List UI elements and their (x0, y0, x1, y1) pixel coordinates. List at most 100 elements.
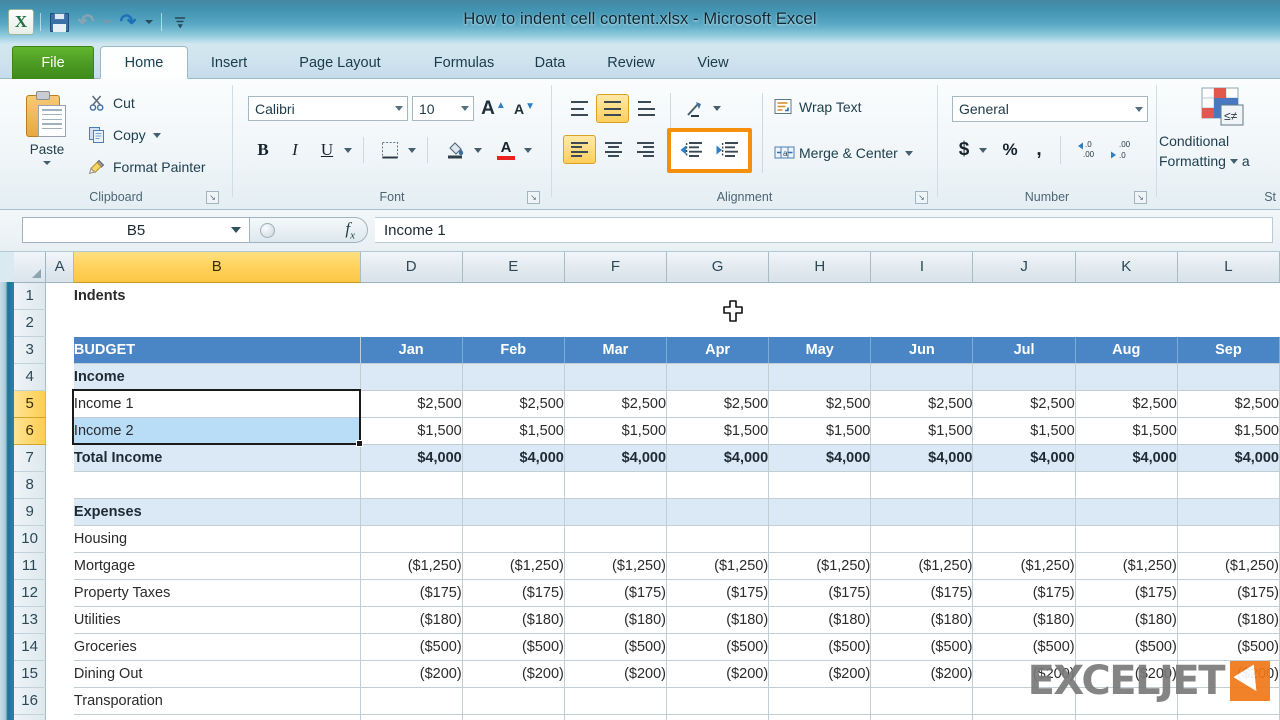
cell-L10[interactable] (1176, 525, 1280, 553)
cell-A4[interactable] (45, 363, 74, 390)
cell-E17[interactable] (461, 714, 565, 720)
cell-K1[interactable] (1075, 282, 1178, 309)
cell-A8[interactable] (45, 471, 74, 498)
cell-J13[interactable]: ($180) (972, 606, 1076, 634)
table-row[interactable]: 2 (14, 309, 1280, 337)
cell-L11[interactable]: ($1,250) (1176, 552, 1280, 580)
cell-L5[interactable]: $2,500 (1176, 390, 1280, 418)
cell-B7[interactable]: Total Income (72, 444, 361, 472)
cell-D3[interactable]: Jan (359, 336, 463, 364)
cell-F16[interactable] (563, 687, 668, 715)
font-name-combo[interactable]: Calibri (248, 96, 408, 121)
cell-J3[interactable]: Jul (972, 336, 1076, 364)
formula-input[interactable]: Income 1 (375, 217, 1273, 243)
borders-dropdown-icon[interactable] (405, 137, 419, 163)
paste-button[interactable]: Paste (14, 85, 80, 183)
cell-H12[interactable]: ($175) (768, 579, 872, 607)
cell-H3[interactable]: May (768, 336, 872, 364)
cell-D6[interactable]: $1,500 (359, 417, 463, 445)
chevron-down-icon[interactable] (395, 106, 403, 111)
cell-B17[interactable] (72, 714, 361, 720)
cell-D7[interactable]: $4,000 (359, 444, 463, 472)
table-row[interactable]: 7 Total Income $4,000 $4,000 $4,000 $4,000 $4,… (14, 444, 1280, 472)
shrink-font-button[interactable]: A ▼ (510, 96, 539, 121)
cell-H4[interactable] (768, 363, 872, 391)
select-all-button[interactable] (14, 252, 47, 283)
row-header-13[interactable]: 13 (14, 606, 47, 634)
cell-K16[interactable] (1074, 687, 1178, 715)
cell-K7[interactable]: $4,000 (1074, 444, 1178, 472)
cell-A14[interactable] (45, 633, 74, 660)
percent-format-button[interactable]: % (996, 136, 1024, 164)
cell-I6[interactable]: $1,500 (870, 417, 974, 445)
cell-G2[interactable] (666, 309, 769, 336)
cell-K14[interactable]: ($500) (1074, 633, 1178, 661)
paste-dropdown-icon[interactable] (43, 161, 51, 165)
row-header-11[interactable]: 11 (14, 552, 47, 580)
cell-L3[interactable]: Sep (1176, 336, 1280, 364)
table-row[interactable]: 11 Mortgage ($1,250) ($1,250) ($1,250) ($1,25… (14, 552, 1280, 580)
table-row[interactable]: 15 Dining Out ($200) ($200) ($200) ($200) ($20… (14, 660, 1280, 688)
cell-E16[interactable] (461, 687, 565, 715)
cell-A16[interactable] (45, 687, 74, 714)
column-header-a[interactable]: A (45, 252, 74, 283)
column-header-h[interactable]: H (768, 252, 872, 283)
table-row[interactable]: 8 (14, 471, 1280, 499)
cell-I8[interactable] (870, 471, 974, 499)
copy-dropdown-icon[interactable] (152, 132, 161, 138)
cell-F15[interactable]: ($200) (563, 660, 668, 688)
cell-D14[interactable]: ($500) (359, 633, 463, 661)
row-header-7[interactable]: 7 (14, 444, 47, 472)
grow-font-button[interactable]: A ▲ (479, 96, 508, 121)
cell-F8[interactable] (563, 471, 668, 499)
cell-L6[interactable]: $1,500 (1176, 417, 1280, 445)
row-header-16[interactable]: 16 (14, 687, 47, 715)
column-header-g[interactable]: G (666, 252, 770, 283)
cell-K5[interactable]: $2,500 (1074, 390, 1178, 418)
cell-B11[interactable]: Mortgage (72, 552, 361, 580)
font-dialog-launcher[interactable]: ↘ (527, 191, 540, 204)
cell-B15[interactable]: Dining Out (72, 660, 361, 688)
tab-review[interactable]: Review (586, 46, 676, 79)
cell-K10[interactable] (1074, 525, 1178, 553)
cell-A11[interactable] (45, 552, 74, 579)
cell-D9[interactable] (359, 498, 463, 526)
cell-E14[interactable]: ($500) (461, 633, 565, 661)
cell-G1[interactable] (666, 282, 769, 309)
cell-K3[interactable]: Aug (1074, 336, 1178, 364)
cell-G10[interactable] (666, 525, 770, 553)
copy-button[interactable]: Copy (88, 123, 161, 147)
cell-H14[interactable]: ($500) (768, 633, 872, 661)
cell-G3[interactable]: Apr (666, 336, 770, 364)
cell-B3[interactable]: BUDGET (72, 336, 361, 364)
table-row[interactable]: 13 Utilities ($180) ($180) ($180) ($180) ($180… (14, 606, 1280, 634)
cell-A2[interactable] (45, 309, 74, 336)
cell-L13[interactable]: ($180) (1176, 606, 1280, 634)
cell-J15[interactable]: ($200) (972, 660, 1076, 688)
alignment-dialog-launcher[interactable]: ↘ (915, 191, 928, 204)
cell-E12[interactable]: ($175) (461, 579, 565, 607)
column-header-j[interactable]: J (972, 252, 1076, 283)
cell-L7[interactable]: $4,000 (1176, 444, 1280, 472)
cell-D1[interactable] (360, 282, 463, 309)
column-header-d[interactable]: D (360, 252, 463, 283)
cell-J9[interactable] (972, 498, 1076, 526)
cell-E6[interactable]: $1,500 (461, 417, 565, 445)
cell-D8[interactable] (359, 471, 463, 499)
cell-F4[interactable] (563, 363, 668, 391)
cell-J7[interactable]: $4,000 (972, 444, 1076, 472)
cell-B13[interactable]: Utilities (72, 606, 361, 634)
column-header-l[interactable]: L (1177, 252, 1280, 283)
cell-L17[interactable] (1176, 714, 1280, 720)
row-header-14[interactable]: 14 (14, 633, 47, 661)
cell-A6[interactable] (45, 417, 74, 444)
cell-G11[interactable]: ($1,250) (666, 552, 770, 580)
cell-E7[interactable]: $4,000 (461, 444, 565, 472)
cell-B10[interactable]: Housing (72, 525, 361, 553)
cell-F13[interactable]: ($180) (563, 606, 668, 634)
cell-I9[interactable] (870, 498, 974, 526)
column-header-k[interactable]: K (1075, 252, 1178, 283)
cell-J12[interactable]: ($175) (972, 579, 1076, 607)
cell-L16[interactable] (1176, 687, 1280, 715)
cell-A13[interactable] (45, 606, 74, 633)
